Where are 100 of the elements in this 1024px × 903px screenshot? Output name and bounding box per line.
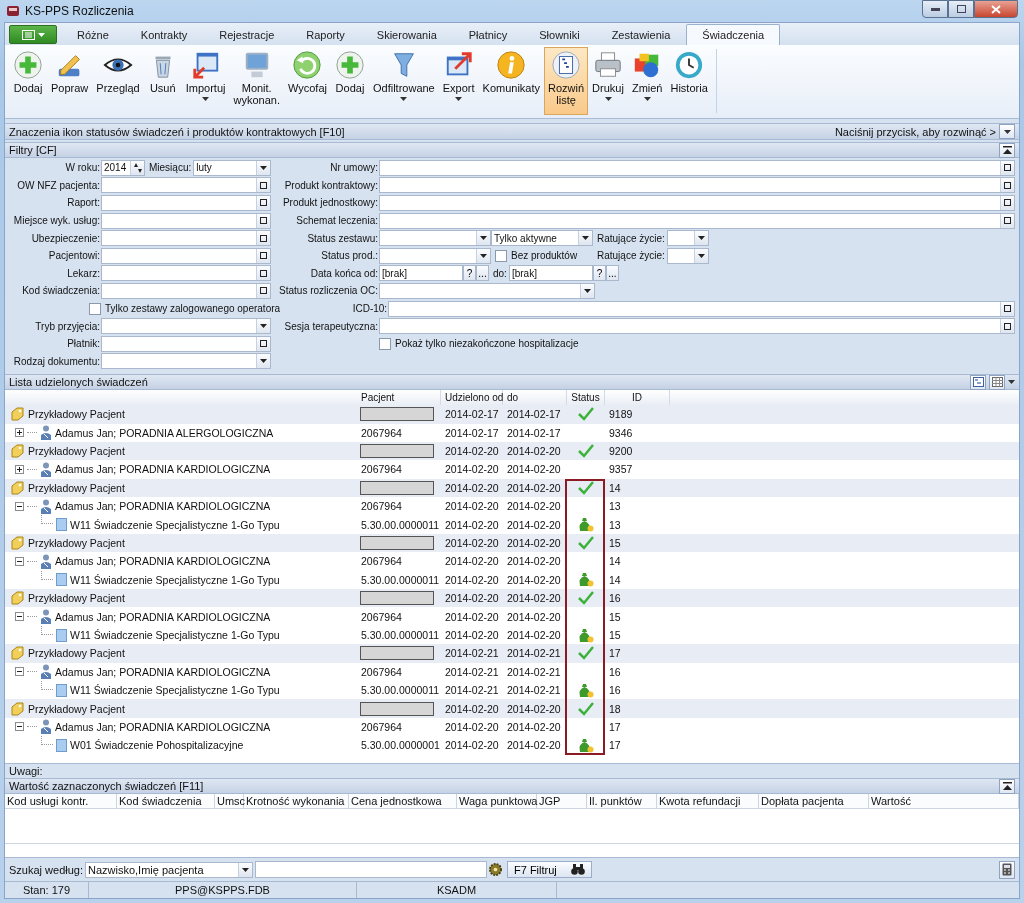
dropdown-field[interactable] [379, 247, 491, 264]
picker-field[interactable] [379, 212, 1015, 229]
picker-field[interactable] [101, 335, 271, 352]
ribbon-button[interactable]: Importuj [181, 47, 230, 115]
column-header[interactable]: Kod świadczenia [117, 794, 215, 808]
browse-icon[interactable] [1000, 213, 1014, 228]
tab[interactable]: Płatnicy [452, 24, 524, 45]
tab[interactable]: Świadczenia [686, 24, 781, 45]
checkbox[interactable] [379, 337, 391, 350]
column-header[interactable]: Kod usługi kontr. [5, 794, 117, 808]
expand-toggle[interactable] [15, 612, 24, 622]
ribbon-button[interactable]: Drukuj [588, 47, 628, 115]
ribbon-button[interactable]: Export [438, 47, 479, 115]
tab[interactable]: Zestawienia [595, 24, 687, 45]
dropdown-field[interactable] [379, 230, 491, 247]
column-header[interactable]: Wartość [869, 794, 1019, 808]
picker-field[interactable] [101, 247, 271, 264]
dropdown-field[interactable]: luty [193, 159, 271, 176]
ribbon-button[interactable]: Dodaj [331, 47, 369, 115]
expand-toggle[interactable] [15, 465, 24, 474]
dropdown-field[interactable] [101, 318, 271, 335]
year-spinner[interactable]: 2014 [101, 159, 145, 176]
ribbon-button[interactable]: Usuń [143, 47, 182, 115]
tree-item[interactable]: W11 Świadczenie Specjalistyczne 1-Go Typu [70, 684, 280, 697]
dropdown-field[interactable]: Tylko aktywne [491, 230, 593, 247]
ribbon-button[interactable]: Komunikaty [478, 47, 545, 115]
ribbon-button[interactable]: Historia [666, 47, 712, 115]
browse-icon[interactable] [1000, 160, 1014, 175]
tree-item[interactable]: Przykładowy Pacjent [28, 445, 125, 458]
column-header[interactable]: Umsc [215, 794, 244, 808]
browse-icon[interactable] [256, 266, 270, 281]
picker-field[interactable] [379, 195, 1015, 211]
browse-icon[interactable] [256, 336, 270, 351]
dropdown-field[interactable] [101, 353, 271, 370]
ribbon-button[interactable]: Monit. wykonan. [229, 47, 284, 115]
browse-icon[interactable] [1000, 301, 1014, 316]
tab[interactable]: Raporty [290, 24, 361, 45]
calculator-button[interactable] [999, 860, 1015, 879]
date-button[interactable]: ... [476, 265, 489, 282]
picker-field[interactable] [379, 318, 1015, 335]
ribbon-button[interactable]: Rozwiń listę [544, 47, 589, 115]
minimize-button[interactable] [922, 0, 948, 18]
tree-item[interactable]: W11 Świadczenie Specjalistyczne 1-Go Typu [70, 573, 280, 586]
tree-view-button[interactable] [970, 374, 986, 390]
dropdown-field[interactable] [666, 247, 709, 264]
app-menu-button[interactable] [9, 25, 57, 44]
browse-icon[interactable] [256, 248, 270, 263]
browse-icon[interactable] [256, 178, 270, 193]
tree-item[interactable]: W11 Świadczenie Specjalistyczne 1-Go Typu [70, 518, 280, 531]
tree-item[interactable]: Adamus Jan; PORADNIA KARDIOLOGICZNA [55, 665, 271, 678]
picker-field[interactable] [101, 195, 271, 211]
ribbon-button[interactable]: Dodaj [9, 47, 47, 115]
tree-item[interactable]: Adamus Jan; PORADNIA ALERGOLOGICZNA [55, 426, 274, 439]
tree-item[interactable]: W11 Świadczenie Specjalistyczne 1-Go Typu [70, 629, 280, 641]
browse-icon[interactable] [256, 231, 270, 246]
tree-item[interactable]: Przykładowy Pacjent [28, 647, 125, 660]
dropdown-field[interactable] [379, 282, 595, 299]
tree-item[interactable]: Adamus Jan; PORADNIA KARDIOLOGICZNA [55, 610, 271, 623]
tree-item[interactable]: Przykładowy Pacjent [28, 481, 125, 494]
browse-icon[interactable] [256, 196, 270, 210]
date-button[interactable]: ? [463, 265, 476, 282]
expand-toggle[interactable] [15, 556, 24, 566]
tab[interactable]: Różne [61, 24, 125, 45]
dropdown-field[interactable]: Nazwisko,Imię pacjenta [85, 861, 253, 878]
tree-item[interactable]: Adamus Jan; PORADNIA KARDIOLOGICZNA [55, 500, 271, 513]
column-header[interactable]: Waga punktowa [457, 794, 537, 808]
tree-item[interactable]: Adamus Jan; PORADNIA KARDIOLOGICZNA [55, 555, 271, 568]
search-field[interactable] [255, 861, 487, 878]
close-button[interactable] [974, 0, 1018, 18]
browse-icon[interactable] [1000, 319, 1014, 334]
date-field[interactable]: [brak] [379, 265, 463, 282]
picker-field[interactable] [101, 177, 271, 194]
checkbox[interactable] [89, 302, 101, 315]
tree-item[interactable]: Przykładowy Pacjent [28, 537, 125, 550]
date-field[interactable]: [brak] [508, 265, 593, 282]
expand-toggle[interactable] [15, 667, 24, 677]
tree-item[interactable]: Adamus Jan; PORADNIA KARDIOLOGICZNA [55, 463, 271, 476]
browse-icon[interactable] [256, 283, 270, 298]
tree-item[interactable]: W01 Świadczenie Pohospitalizacyjne [70, 739, 244, 752]
collapse-button[interactable] [999, 778, 1015, 794]
tree-item[interactable]: Przykładowy Pacjent [28, 408, 125, 421]
tab[interactable]: Słowniki [523, 24, 596, 45]
ribbon-button[interactable]: Zmień [627, 47, 667, 115]
column-header[interactable]: Kwota refundacji [657, 794, 759, 808]
expand-toggle[interactable] [15, 428, 24, 438]
tree-item[interactable]: Przykładowy Pacjent [28, 702, 125, 715]
browse-icon[interactable] [256, 213, 270, 228]
expand-toggle[interactable] [15, 501, 24, 511]
picker-field[interactable] [101, 212, 271, 229]
tab[interactable]: Rejestracje [203, 24, 291, 45]
picker-field[interactable] [101, 230, 271, 247]
maximize-button[interactable] [948, 0, 974, 18]
dropdown-field[interactable] [666, 230, 709, 247]
filter-button[interactable]: F7 Filtruj [507, 861, 592, 878]
browse-icon[interactable] [1000, 196, 1014, 210]
picker-field[interactable] [101, 282, 271, 299]
column-header[interactable]: Il. punktów [587, 794, 657, 808]
tab[interactable]: Skierowania [360, 24, 453, 45]
tab[interactable]: Kontrakty [124, 24, 204, 45]
tree-item[interactable]: Przykładowy Pacjent [28, 592, 125, 605]
